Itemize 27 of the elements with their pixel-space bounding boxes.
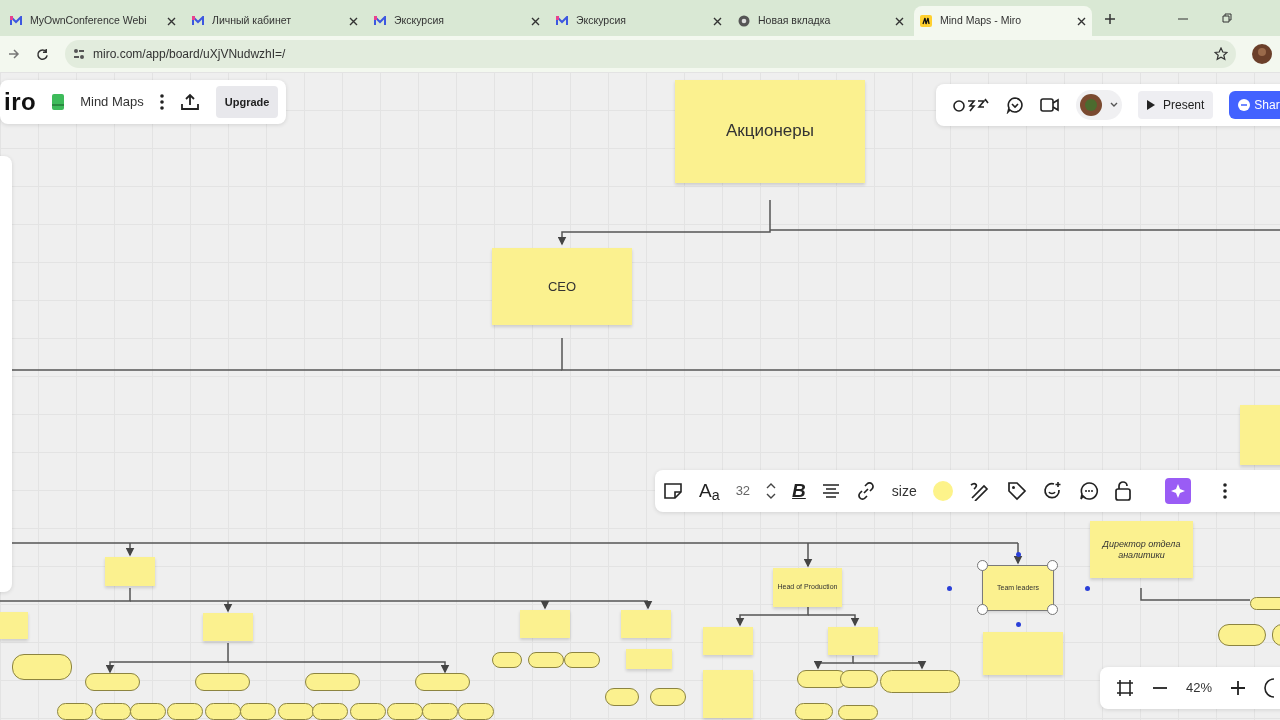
present-button[interactable]: Present — [1138, 91, 1214, 119]
board-name[interactable]: Mind Maps — [80, 92, 144, 112]
share-button[interactable]: Shar — [1229, 91, 1280, 119]
sticky-note[interactable]: Акционеры — [675, 80, 865, 183]
bold-button[interactable]: B — [792, 476, 806, 506]
browser-tab[interactable]: Экскурсия — [550, 6, 728, 36]
tab-title: Личный кабинет — [212, 13, 292, 29]
tab-title: MyOwnConference Webi — [30, 13, 148, 29]
browser-tab[interactable]: MyOwnConference Webi — [4, 6, 182, 36]
browser-tab[interactable]: Mind Maps - Miro — [914, 6, 1092, 36]
font-size-value[interactable]: 32 — [735, 481, 751, 501]
font-button[interactable]: A$_{a}$ — [699, 476, 720, 506]
tab-title: Экскурсия — [394, 13, 445, 29]
address-field[interactable]: miro.com/app/board/uXjVNudwzhI=/ — [65, 40, 1236, 68]
upgrade-button[interactable]: Upgrade — [215, 85, 279, 119]
url-text: miro.com/app/board/uXjVNudwzhI=/ — [93, 46, 286, 63]
sticky-note[interactable]: CEO — [492, 248, 632, 325]
browser-tab[interactable]: Личный кабинет — [186, 6, 364, 36]
tab-title: Экскурсия — [576, 13, 627, 29]
tab-title: Mind Maps - Miro — [940, 13, 1023, 29]
logo[interactable]: iro — [4, 84, 37, 120]
size-button[interactable]: size — [891, 480, 917, 502]
tab-title: Новая вкладка — [758, 13, 832, 29]
browser-tab[interactable]: Экскурсия — [368, 6, 546, 36]
zoom-level: 42% — [1186, 679, 1213, 698]
browser-tab[interactable]: Новая вкладка — [732, 6, 910, 36]
sticky-note[interactable]: Директор отдела аналитики — [1090, 521, 1193, 578]
